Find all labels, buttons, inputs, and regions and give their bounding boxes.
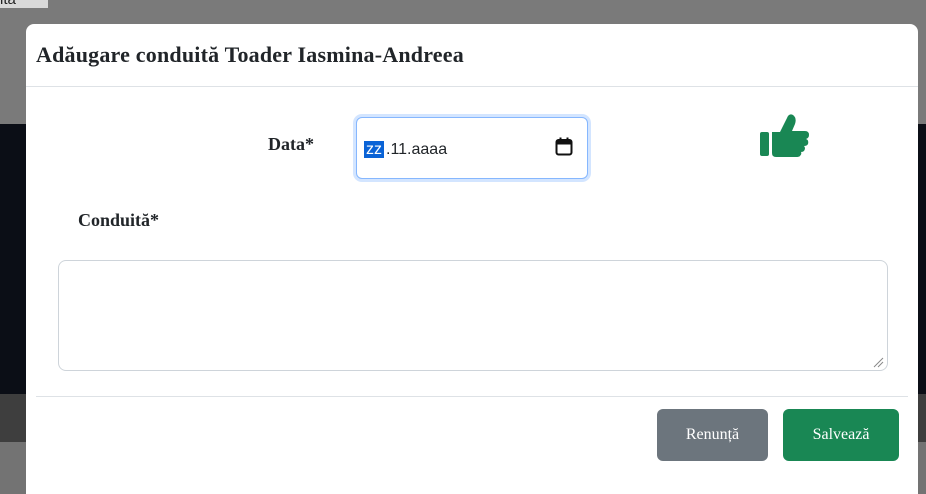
conduct-label: Conduită*	[78, 210, 160, 230]
conduct-textarea[interactable]	[58, 260, 888, 371]
cancel-button[interactable]: Renunță	[657, 409, 768, 461]
add-conduct-modal: Adăugare conduită Toader Iasmina-Andreea…	[26, 24, 918, 494]
date-input[interactable]: zz .11.aaaa	[356, 117, 588, 179]
date-label: Data*	[268, 134, 314, 154]
modal-header: Adăugare conduită Toader Iasmina-Andreea	[26, 24, 918, 87]
resize-grip-icon[interactable]	[872, 356, 884, 368]
backdrop-tab: ita	[0, 0, 48, 8]
save-button[interactable]: Salvează	[783, 409, 899, 461]
date-month-year-segment[interactable]: .11.aaaa	[386, 141, 447, 158]
date-day-segment[interactable]: zz	[364, 141, 384, 158]
modal-title: Adăugare conduită Toader Iasmina-Andreea	[36, 42, 464, 67]
thumbs-up-icon	[760, 114, 809, 157]
modal-footer-divider	[36, 396, 908, 397]
calendar-icon[interactable]	[555, 137, 573, 156]
backdrop-tab-label: ita	[0, 0, 16, 8]
